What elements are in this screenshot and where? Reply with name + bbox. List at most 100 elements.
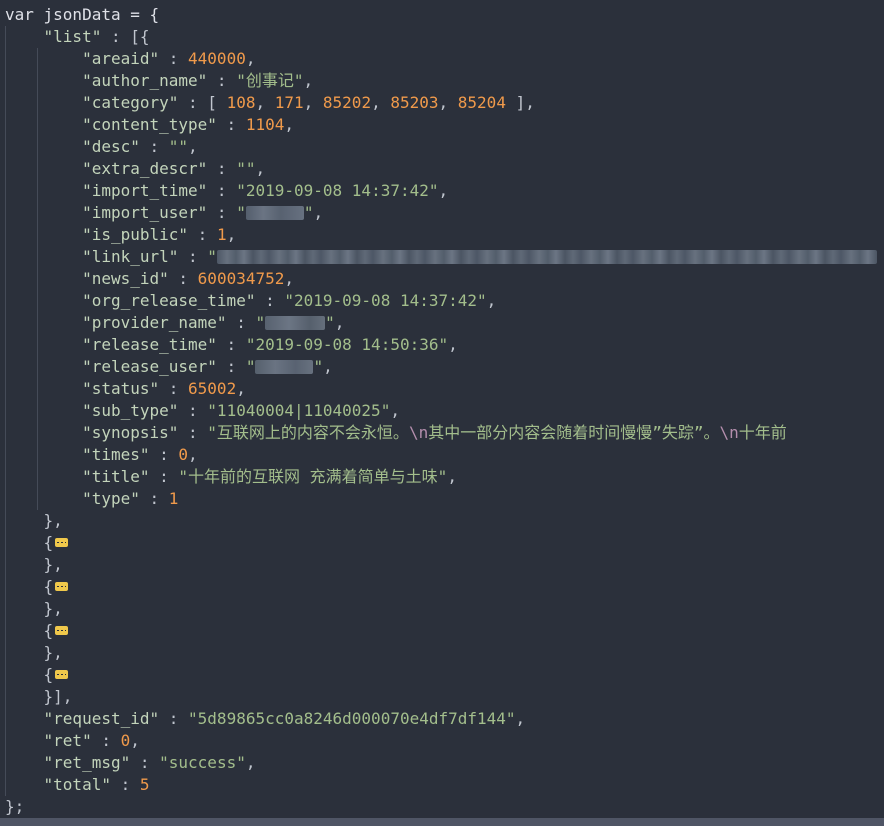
indent-guide — [5, 730, 6, 752]
code-line: }; — [0, 796, 884, 818]
json-string: "success" — [159, 753, 246, 772]
json-key: "release_user" — [82, 357, 217, 376]
indent-guide — [5, 488, 6, 510]
json-number: 0 — [178, 445, 189, 464]
json-key: "total" — [43, 775, 111, 794]
json-key: "import_user" — [82, 203, 208, 222]
json-string: "11040004|11040025" — [207, 401, 391, 420]
indent-guide — [37, 334, 38, 356]
json-number: 440000 — [188, 49, 246, 68]
redacted-value — [265, 316, 326, 330]
indent-guide — [5, 158, 6, 180]
code-line: }, — [0, 554, 884, 576]
json-number: 85204 — [457, 93, 506, 112]
json-string: "2019-09-08 14:50:36" — [245, 335, 449, 354]
indent-guide — [37, 92, 38, 114]
json-key: "sub_type" — [82, 401, 179, 420]
json-string: "2019-09-08 14:37:42" — [284, 291, 487, 310]
json-key: "ret" — [43, 731, 92, 750]
indent-guide — [5, 26, 6, 48]
code-line: "total" : 5 — [0, 774, 884, 796]
code-line: "desc" : "", — [0, 136, 884, 158]
json-number: 85203 — [390, 93, 439, 112]
code-line: "content_type" : 1104, — [0, 114, 884, 136]
redacted-value — [245, 206, 304, 220]
indent-guide — [37, 246, 38, 268]
escape-sequence: \n — [408, 423, 429, 442]
code-line: "ret" : 0, — [0, 730, 884, 752]
indent-guide — [5, 400, 6, 422]
code-line: }, — [0, 642, 884, 664]
code-line: "release_user" : " ", — [0, 356, 884, 378]
code-line: "times" : 0, — [0, 444, 884, 466]
json-key: "content_type" — [82, 115, 217, 134]
code-line: "author_name" : "创事记", — [0, 70, 884, 92]
json-key: "import_time" — [82, 181, 208, 200]
json-string: "十年前的互联网 充满着简单与土味" — [178, 467, 448, 486]
indent-guide — [37, 444, 38, 466]
indent-guide — [37, 422, 38, 444]
fold-ellipsis-icon[interactable] — [55, 626, 69, 635]
indent-guide — [37, 48, 38, 70]
json-number: 5 — [139, 775, 150, 794]
code-line: "category" : [ 108, 171, 85202, 85203, 8… — [0, 92, 884, 114]
indent-guide — [37, 356, 38, 378]
json-key: "synopsis" — [82, 423, 179, 442]
indent-guide — [5, 664, 6, 686]
indent-guide — [5, 246, 6, 268]
horizontal-scrollbar[interactable] — [0, 818, 884, 826]
code-line: "areaid" : 440000, — [0, 48, 884, 70]
indent-guide — [37, 488, 38, 510]
folded-object[interactable]: { — [0, 532, 884, 554]
json-key: "release_time" — [82, 335, 217, 354]
json-key: "list" — [43, 27, 102, 46]
indent-guide — [5, 202, 6, 224]
fold-ellipsis-icon[interactable] — [55, 670, 69, 679]
code-line: var jsonData = { — [0, 4, 884, 26]
json-key: "times" — [82, 445, 150, 464]
indent-guide — [37, 400, 38, 422]
json-key: "title" — [82, 467, 150, 486]
var-declaration: var jsonData = { — [5, 5, 160, 24]
indent-guide — [37, 290, 38, 312]
code-line: }], — [0, 686, 884, 708]
indent-guide — [5, 422, 6, 444]
code-line: "link_url" : " — [0, 246, 884, 268]
json-key: "provider_name" — [82, 313, 227, 332]
code-line: "org_release_time" : "2019-09-08 14:37:4… — [0, 290, 884, 312]
code-editor[interactable]: var jsonData = { "list" : [{ "areaid" : … — [0, 0, 884, 826]
json-string: 十年前 — [738, 423, 787, 442]
indent-guide — [37, 158, 38, 180]
code-line: "import_time" : "2019-09-08 14:37:42", — [0, 180, 884, 202]
json-string: "5d89865cc0a8246d000070e4df7df144" — [188, 709, 516, 728]
indent-guide — [5, 290, 6, 312]
json-key: "ret_msg" — [43, 753, 131, 772]
escape-sequence: \n — [719, 423, 739, 442]
json-key: "status" — [82, 379, 160, 398]
json-number: 600034752 — [197, 269, 285, 288]
json-number: 1104 — [245, 115, 285, 134]
json-number: 1 — [216, 225, 227, 244]
json-key: "news_id" — [82, 269, 169, 288]
fold-ellipsis-icon[interactable] — [55, 582, 69, 591]
indent-guide — [5, 180, 6, 202]
indent-guide — [5, 532, 6, 554]
indent-guide — [5, 466, 6, 488]
indent-guide — [5, 312, 6, 334]
folded-object[interactable]: { — [0, 576, 884, 598]
indent-guide — [5, 70, 6, 92]
code-line: "type" : 1 — [0, 488, 884, 510]
json-number: 65002 — [188, 379, 237, 398]
code-line: "provider_name" : " ", — [0, 312, 884, 334]
indent-guide — [5, 576, 6, 598]
indent-guide — [37, 136, 38, 158]
code-line: "sub_type" : "11040004|11040025", — [0, 400, 884, 422]
folded-object[interactable]: { — [0, 620, 884, 642]
indent-guide — [37, 70, 38, 92]
indent-guide — [5, 510, 6, 532]
json-key: "request_id" — [43, 709, 160, 728]
indent-guide — [5, 774, 6, 796]
folded-object[interactable]: { — [0, 664, 884, 686]
fold-ellipsis-icon[interactable] — [55, 538, 69, 547]
code-line: "list" : [{ — [0, 26, 884, 48]
